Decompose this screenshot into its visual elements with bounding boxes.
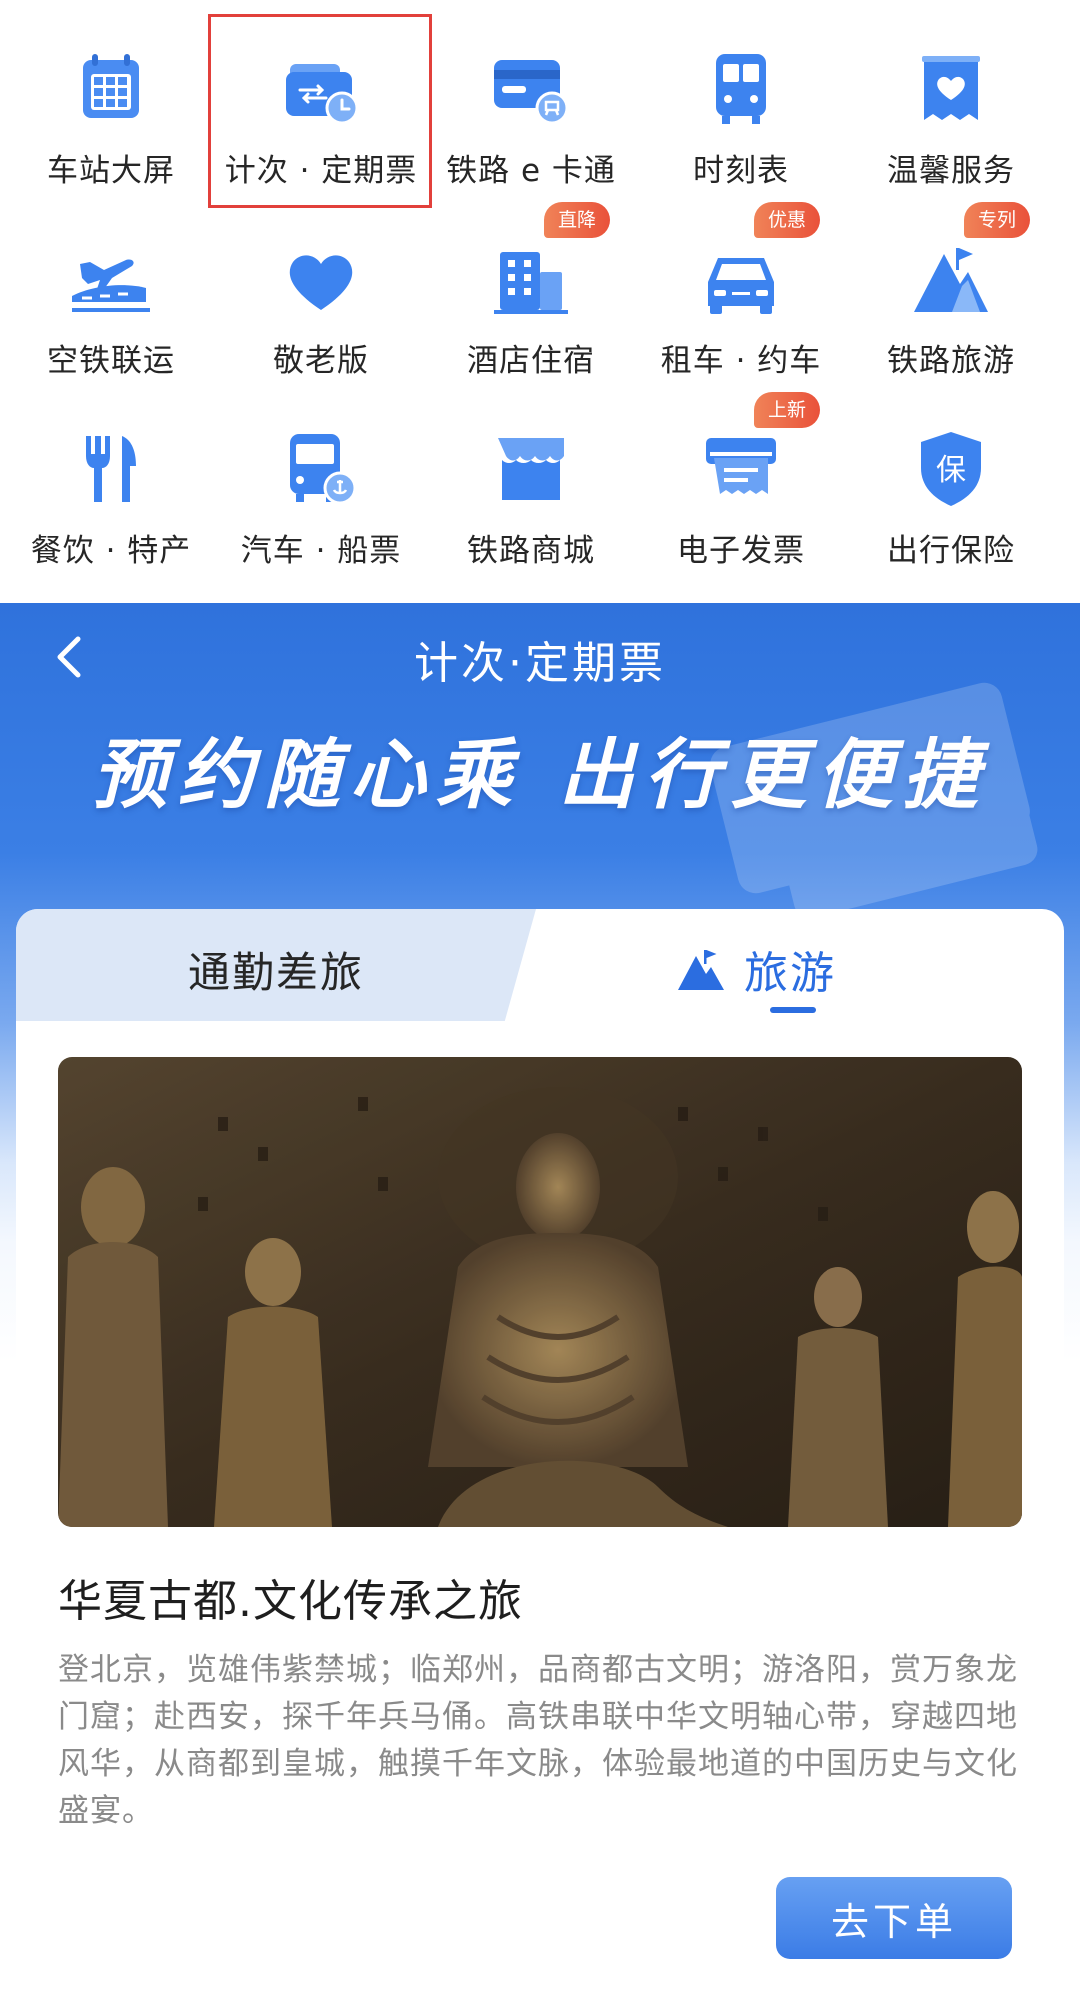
service-rail-tourism[interactable]: 铁路旅游 专列 (846, 190, 1056, 380)
service-grid: 车站大屏 计次 · 定期票 铁路 e 卡通 时刻表 温馨服务 空铁联运 敬老版 … (0, 0, 1080, 603)
service-label: 空铁联运 (47, 343, 175, 379)
product-card: 通勤差旅 旅游 华夏古都.文化传承之旅 登北京，览雄伟紫禁城；临郑州，品商都古文… (16, 909, 1064, 1994)
service-label: 出行保险 (887, 533, 1015, 569)
hotel-icon (486, 234, 576, 324)
itinerary-description: 登北京，览雄伟紫禁城；临郑州，品商都古文明；游洛阳，赏万象龙门窟；赴西安，探千年… (58, 1652, 1018, 1829)
service-e-card[interactable]: 铁路 e 卡通 (426, 0, 636, 190)
service-e-invoice[interactable]: 电子发票 上新 (636, 380, 846, 570)
promo-badge: 专列 (964, 202, 1031, 238)
service-rail-mall[interactable]: 铁路商城 (426, 380, 636, 570)
service-label: 租车 · 约车 (660, 343, 822, 379)
service-label: 酒店住宿 (467, 343, 595, 379)
service-label: 时刻表 (693, 153, 789, 189)
promo-badge: 上新 (754, 392, 821, 428)
bus-anchor-icon (276, 424, 366, 514)
tab-travel-label: 旅游 (744, 948, 836, 999)
mountain-flag-icon (676, 946, 726, 992)
promo-badge: 优惠 (754, 202, 821, 238)
selection-highlight-box (208, 14, 432, 208)
station-screen-icon (66, 44, 156, 134)
shop-icon (486, 424, 576, 514)
itinerary-title: 华夏古都.文化传承之旅 (58, 1576, 523, 1627)
fork-knife-icon (66, 424, 156, 514)
service-elder-mode[interactable]: 敬老版 (216, 190, 426, 380)
active-tab-indicator (770, 1007, 816, 1013)
service-station-screen[interactable]: 车站大屏 (6, 0, 216, 190)
service-label: 电子发票 (677, 533, 805, 569)
place-order-button[interactable]: 去下单 (776, 1877, 1012, 1959)
service-bus-ship-ticket[interactable]: 汽车 · 船票 (216, 380, 426, 570)
mountain-icon (906, 234, 996, 324)
service-hotel[interactable]: 酒店住宿 直降 (426, 190, 636, 380)
hero-slogan: 预约随心乘 出行更便捷 (91, 730, 989, 819)
service-label: 餐饮 · 特产 (30, 533, 192, 569)
longmen-grottoes-photo[interactable] (58, 1057, 1022, 1527)
service-timetable[interactable]: 时刻表 (636, 0, 846, 190)
e-card-icon (486, 44, 576, 134)
shield-text: 保 (936, 453, 966, 488)
service-car-rental[interactable]: 租车 · 约车 优惠 (636, 190, 846, 380)
service-label: 铁路旅游 (887, 343, 1015, 379)
service-air-rail[interactable]: 空铁联运 (6, 190, 216, 380)
page-title: 计次·定期票 (414, 638, 666, 689)
train-front-icon (696, 44, 786, 134)
plane-train-icon (66, 234, 156, 324)
service-warm-service[interactable]: 温馨服务 (846, 0, 1056, 190)
periodic-ticket-page: 计次·定期票 预约随心乘 出行更便捷 通勤差旅 旅游 华夏古都.文化传承之旅 登… (0, 603, 1080, 1994)
service-label: 铁路 e 卡通 (446, 153, 616, 189)
shield-icon: 保 (906, 424, 996, 514)
service-travel-insurance[interactable]: 保 出行保险 (846, 380, 1056, 570)
service-label: 敬老版 (273, 343, 369, 379)
service-food-specialty[interactable]: 餐饮 · 特产 (6, 380, 216, 570)
service-label: 车站大屏 (47, 153, 175, 189)
promo-badge: 直降 (544, 202, 611, 238)
heart-icon (276, 234, 366, 324)
service-label: 汽车 · 船票 (240, 533, 402, 569)
tab-travel[interactable]: 旅游 (516, 909, 1064, 1021)
printer-icon (696, 424, 786, 514)
tab-commute-label[interactable]: 通勤差旅 (16, 939, 536, 1000)
heart-tag-icon (906, 44, 996, 134)
service-label: 铁路商城 (467, 533, 595, 569)
car-icon (696, 234, 786, 324)
service-label: 温馨服务 (887, 153, 1015, 189)
